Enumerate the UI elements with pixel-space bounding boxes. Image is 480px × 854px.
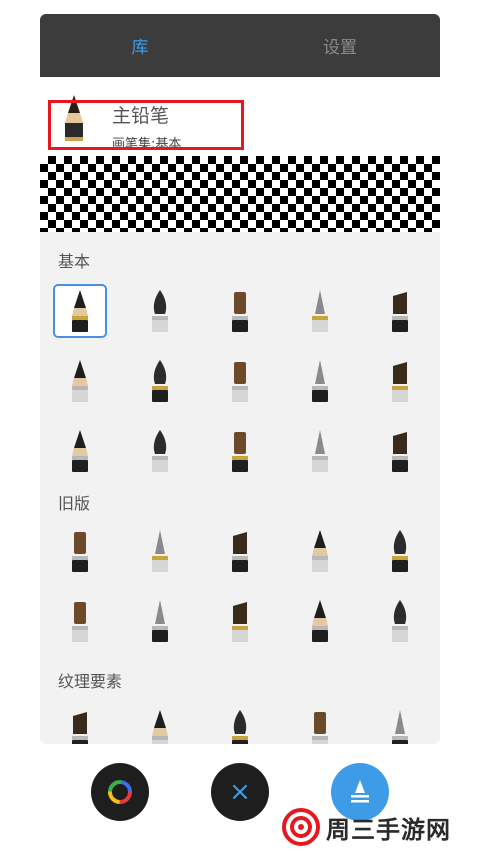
brush-item[interactable]	[200, 516, 280, 586]
legacy-paintbrush-icon	[60, 596, 100, 646]
ballpoint-icon	[300, 286, 340, 336]
eraser-hard-icon	[140, 426, 180, 476]
texture-stamp-icon	[380, 706, 420, 744]
brush-item[interactable]	[360, 416, 440, 486]
brush-item[interactable]	[40, 276, 120, 346]
section-title-basic: 基本	[58, 252, 91, 271]
brush-item[interactable]	[360, 516, 440, 586]
stiff-brush-icon	[380, 426, 420, 476]
brush-item[interactable]	[40, 416, 120, 486]
wide-marker-icon	[380, 356, 420, 406]
brush-item[interactable]	[360, 586, 440, 656]
legacy-marker-icon	[220, 526, 260, 576]
color-wheel-icon	[108, 780, 132, 804]
section-title-texture: 纹理要素	[58, 672, 123, 691]
brush-item[interactable]	[280, 586, 360, 656]
watermark-logo-icon	[282, 808, 320, 846]
brush-item[interactable]	[280, 346, 360, 416]
brush-preview-stroke	[40, 156, 440, 232]
brush-item[interactable]	[280, 696, 360, 744]
flat-marker-icon	[300, 356, 340, 406]
ink-pen-icon	[220, 286, 260, 336]
section-title-legacy: 旧版	[58, 494, 91, 513]
brush-item[interactable]	[120, 516, 200, 586]
fan-brush-icon	[300, 426, 340, 476]
color-button[interactable]	[91, 763, 149, 821]
brush-item[interactable]	[360, 346, 440, 416]
tab-bar: 库 设置	[40, 14, 440, 77]
fountain-pen-icon	[380, 286, 420, 336]
brush-item[interactable]	[40, 586, 120, 656]
tab-library[interactable]: 库	[40, 14, 240, 77]
legacy-chisel-icon	[300, 526, 340, 576]
legacy-smudge-icon	[380, 596, 420, 646]
brush-grid-texture	[40, 696, 440, 744]
marker-icon	[140, 286, 180, 336]
brush-item[interactable]	[360, 696, 440, 744]
bristle-brush-icon	[220, 426, 260, 476]
round-brush-icon	[60, 356, 100, 406]
brush-icon	[351, 780, 369, 803]
brush-item[interactable]	[40, 696, 120, 744]
brush-item[interactable]	[200, 416, 280, 486]
brush-item[interactable]	[120, 416, 200, 486]
brush-item[interactable]	[120, 586, 200, 656]
brush-item[interactable]	[280, 276, 360, 346]
brush-item[interactable]	[120, 696, 200, 744]
legacy-nib-icon	[220, 596, 260, 646]
airbrush-icon	[220, 356, 260, 406]
brush-item[interactable]	[200, 696, 280, 744]
watermark: 周三手游网	[282, 806, 478, 848]
pencil-icon	[60, 286, 100, 336]
current-brush-header[interactable]: 主铅笔 画笔集:基本	[40, 77, 440, 167]
texture-block-icon	[220, 706, 260, 744]
tab-settings[interactable]: 设置	[240, 14, 440, 77]
selected-frame	[53, 284, 107, 338]
legacy-ballpoint-icon	[380, 526, 420, 576]
close-icon: ×	[229, 777, 251, 807]
texture-crayon-icon	[140, 706, 180, 744]
ink-brush-icon	[140, 356, 180, 406]
brush-item[interactable]	[200, 346, 280, 416]
brush-item[interactable]	[120, 276, 200, 346]
brush-library-panel: 库 设置 主铅笔 画笔集:基本 基本 旧版 纹理要素	[40, 14, 440, 744]
brush-grid-legacy	[40, 516, 440, 656]
texture-bristle-icon	[300, 706, 340, 744]
legacy-airbrush-icon	[140, 526, 180, 576]
eraser-soft-icon	[60, 426, 100, 476]
legacy-fine-brush-icon	[140, 596, 180, 646]
highlight-box	[48, 100, 244, 150]
brush-item[interactable]	[40, 516, 120, 586]
texture-pencil-icon	[60, 706, 100, 744]
brush-item[interactable]	[280, 416, 360, 486]
brush-item[interactable]	[360, 276, 440, 346]
watermark-text: 周三手游网	[326, 815, 451, 844]
legacy-pencil-icon	[60, 526, 100, 576]
brush-item[interactable]	[200, 586, 280, 656]
legacy-eraser-icon	[300, 596, 340, 646]
brush-item[interactable]	[200, 276, 280, 346]
brush-item[interactable]	[280, 516, 360, 586]
brush-item[interactable]	[120, 346, 200, 416]
brush-item[interactable]	[40, 346, 120, 416]
brush-grid-basic	[40, 276, 440, 486]
close-button[interactable]: ×	[211, 763, 269, 821]
